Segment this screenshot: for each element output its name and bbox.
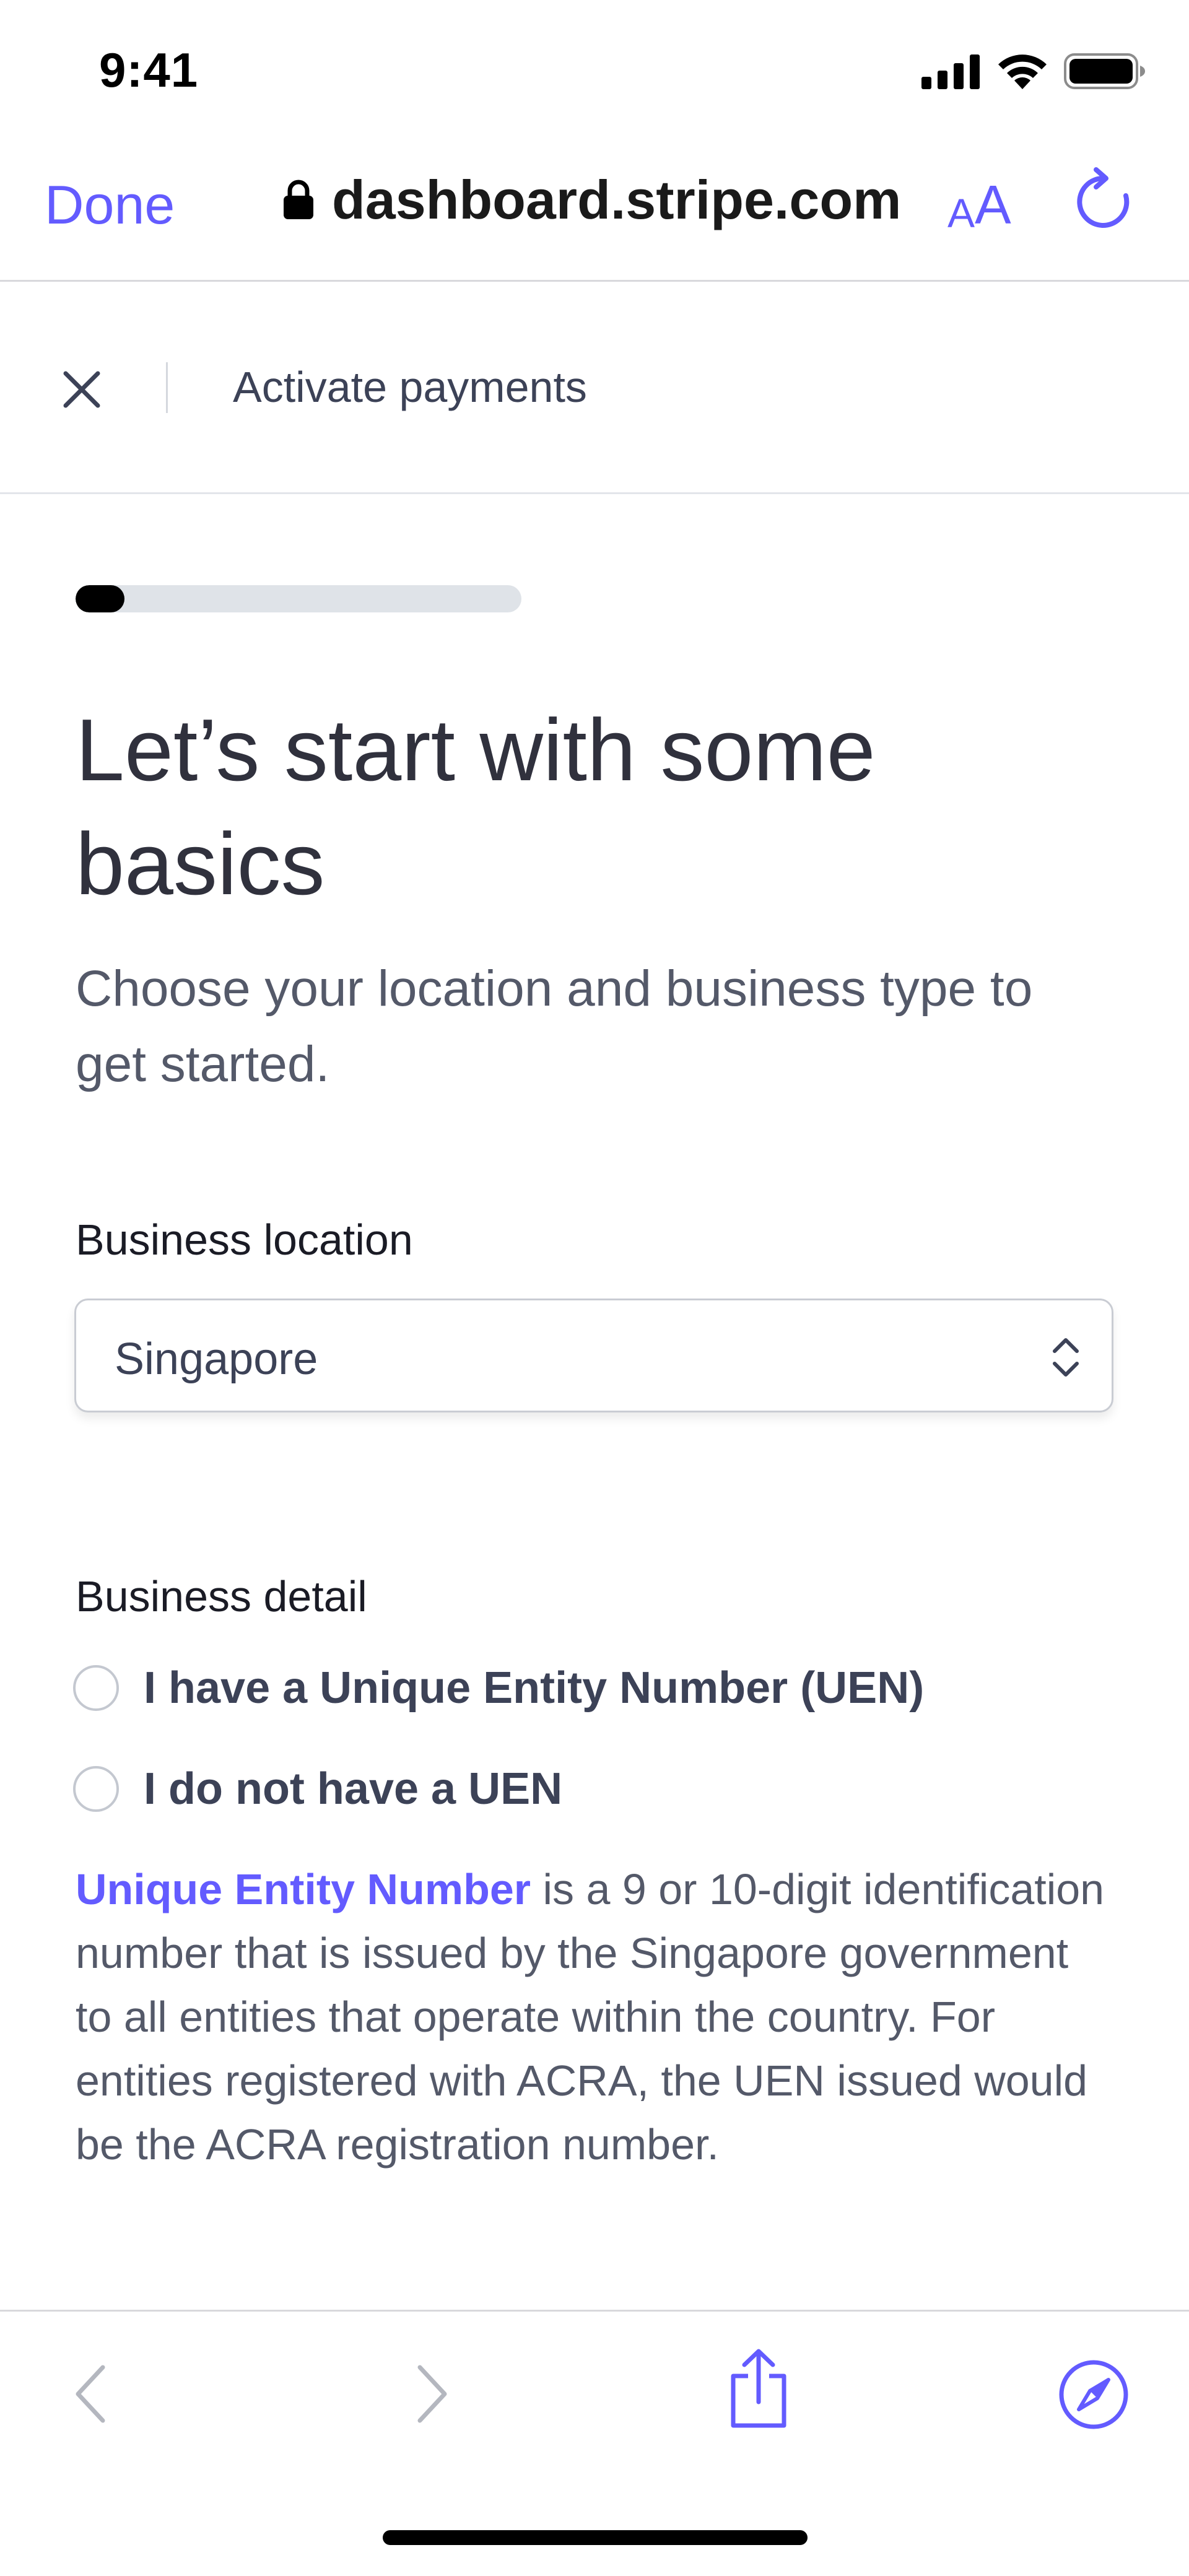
browser-bar: Done dashboard.stripe.com AA (0, 124, 1189, 282)
header-title: Activate payments (233, 363, 587, 411)
chevron-right-icon[interactable] (410, 2360, 453, 2428)
done-button[interactable]: Done (45, 173, 175, 237)
home-indicator[interactable] (383, 2530, 808, 2545)
uen-info-text: Unique Entity Number is a 9 or 10-digit … (76, 1858, 1116, 2177)
business-location-select[interactable]: Singapore (74, 1299, 1113, 1412)
header-divider (166, 362, 168, 413)
text-size-button[interactable]: AA (947, 173, 1011, 237)
radio-button[interactable] (73, 1665, 119, 1711)
lock-icon (284, 180, 313, 219)
page-header: Activate payments (0, 282, 1189, 494)
radio-option-no-uen[interactable]: I do not have a UEN (73, 1764, 562, 1814)
battery-icon (1064, 53, 1145, 89)
radio-option-label: I do not have a UEN (144, 1764, 563, 1814)
text-size-big-glyph: A (975, 174, 1011, 235)
radio-option-label: I have a Unique Entity Number (UEN) (144, 1663, 925, 1713)
page-subtitle: Choose your location and business type t… (76, 960, 1033, 1092)
business-location-value: Singapore (115, 1334, 318, 1384)
status-time: 9:41 (99, 43, 199, 97)
page-heading: Let’s start with some basics (76, 701, 876, 913)
progress-bar (76, 585, 521, 612)
cellular-signal-icon (921, 54, 980, 89)
compass-icon[interactable] (1058, 2359, 1130, 2430)
text-size-small-glyph: A (947, 190, 975, 236)
radio-button[interactable] (73, 1766, 119, 1812)
share-icon[interactable] (726, 2348, 791, 2430)
close-icon[interactable] (57, 365, 107, 414)
uen-info-link[interactable]: Unique Entity Number (76, 1865, 531, 1913)
address-bar[interactable]: dashboard.stripe.com (282, 168, 901, 232)
chevron-left-icon[interactable] (69, 2360, 113, 2428)
url-text: dashboard.stripe.com (332, 169, 902, 230)
progress-fill (76, 585, 125, 612)
business-location-label: Business location (76, 1216, 413, 1264)
status-icons (921, 50, 1146, 93)
status-bar: 9:41 (0, 0, 1189, 124)
radio-option-has-uen[interactable]: I have a Unique Entity Number (UEN) (73, 1663, 924, 1713)
chevron-up-down-icon (1053, 1338, 1079, 1377)
wifi-icon (998, 54, 1047, 89)
business-detail-label: Business detail (76, 1572, 367, 1621)
reload-icon[interactable] (1071, 167, 1136, 234)
